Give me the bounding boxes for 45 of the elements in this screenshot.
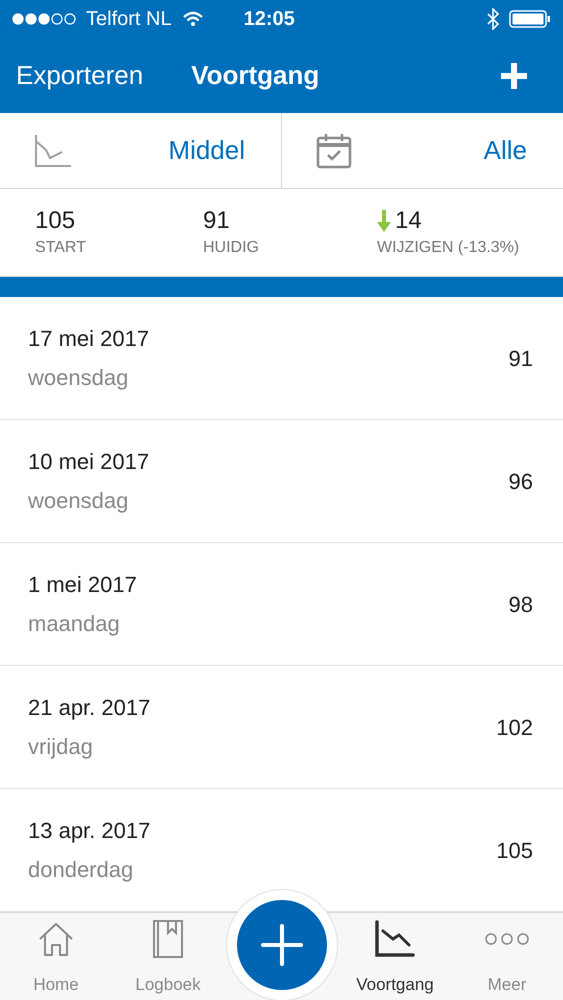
filter-selector[interactable]: Alle [282,113,563,188]
carrier-name: Telfort NL [86,7,172,32]
filter-selector[interactable]: Middel [0,113,282,188]
entry-row[interactable]: 17 mei 2017 woensdag 91 [0,297,563,420]
down-arrow-icon [377,210,391,232]
stat-label: START [35,238,87,258]
entry-value: 105 [496,836,533,864]
entry-value: 98 [508,590,533,618]
entry-weekday: vrijdag [28,733,94,761]
stat-value: 105 [35,206,76,236]
more-icon [484,932,530,946]
battery-icon [509,9,551,29]
entry-date: 13 apr. 2017 [28,817,150,845]
clock-time: 12:05 [244,7,295,32]
entry-row[interactable]: 10 mei 2017 woensdag 96 [0,420,563,543]
plus-icon [261,924,303,966]
page-title: Voortgang [191,59,320,92]
entry-weekday: woensdag [28,487,130,515]
entry-value: 102 [496,714,533,742]
add-button[interactable] [499,60,529,90]
entry-date: 10 mei 2017 [28,448,150,476]
line-chart-icon [34,134,72,168]
tab-bar-item[interactable]: Voortgang [339,913,451,1000]
bluetooth-icon [487,8,499,30]
entry-date: 21 apr. 2017 [28,694,150,722]
entry-date: 17 mei 2017 [28,325,150,353]
entry-weekday: maandag [28,610,121,638]
stat-value: 91 [203,206,230,236]
entry-date: 1 mei 2017 [28,571,137,599]
plus-icon [501,62,527,88]
entry-value: 96 [508,468,533,496]
line-chart-icon [373,919,417,960]
entry-weekday: donderdag [28,856,134,884]
stat-label: WIJZIGEN (-13.3%) [377,238,520,258]
book-icon [151,919,185,960]
entry-row[interactable]: 21 apr. 2017 vrijdag 102 [0,666,563,789]
entry-weekday: woensdag [28,364,130,392]
signal-icon [12,13,78,25]
calendar-check-icon [316,132,352,168]
stat-label: HUIDIG [203,238,260,258]
entry-row[interactable]: 1 mei 2017 maandag 98 [0,543,563,666]
export-button[interactable]: Exporteren [16,56,144,95]
wifi-icon [182,11,204,27]
entry-value: 91 [508,344,533,372]
stat-value: 14 [395,206,422,236]
